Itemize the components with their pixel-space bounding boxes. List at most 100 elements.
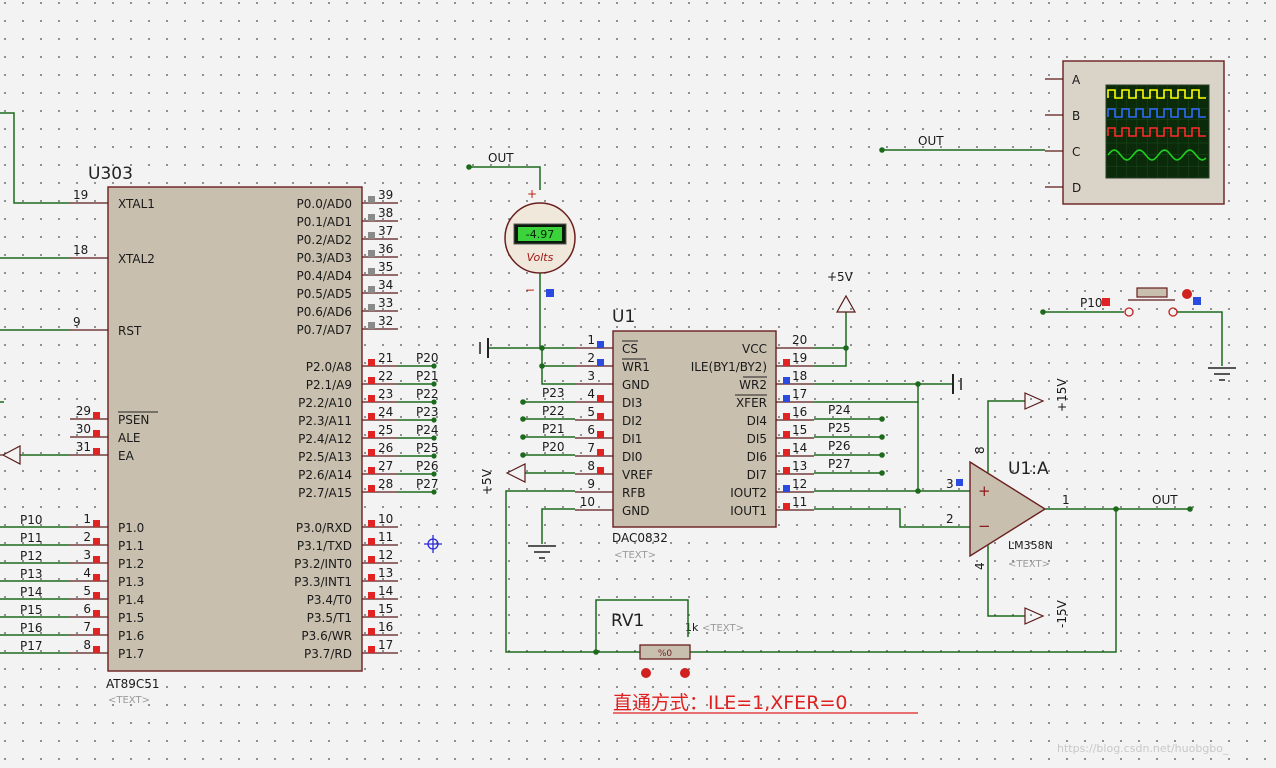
dac-pin-number: 14: [792, 441, 807, 455]
mcu-pin-number: 23: [378, 387, 393, 401]
dac-pin-name: VCC: [742, 342, 767, 356]
mcu-pin-name: P1.0: [118, 521, 144, 535]
mode-note: 直通方式：ILE=1,XFER=0: [613, 692, 847, 714]
opamp-pin-vneg: 4: [973, 562, 987, 570]
p2-net-label: P24: [416, 423, 439, 437]
dac-pin-name: DI2: [622, 414, 642, 428]
mcu-pin-number: 37: [378, 224, 393, 238]
watermark: https://blog.csdn.net/huobgbo_: [1057, 742, 1229, 755]
mcu-pin-name: P2.2/A10: [298, 396, 352, 410]
dac-pin-name: DI1: [622, 432, 642, 446]
opamp-out-label: OUT: [1152, 493, 1178, 507]
scope-channel-label: D: [1072, 181, 1081, 195]
dac-pin-number: 11: [792, 495, 807, 509]
voltmeter-unit: Volts: [527, 251, 554, 264]
dac-ref: U1: [612, 307, 635, 327]
p1-net-label: P14: [20, 585, 43, 599]
dac-pin-name: WR2: [739, 378, 767, 392]
opamp-vneg-label: -15V: [1055, 599, 1069, 628]
opamp-vpos-label: +15V: [1055, 378, 1069, 412]
dac-pin-number: 12: [792, 477, 807, 491]
scope-channel-label: B: [1072, 109, 1080, 123]
mcu-pin-number: 2: [83, 530, 91, 544]
dac-pin-name: DI5: [747, 432, 767, 446]
dac-pin-number: 16: [792, 405, 807, 419]
mcu-pin-number: 32: [378, 314, 393, 328]
mcu-pin-name: P3.0/RXD: [296, 521, 352, 535]
p1-net-label: P11: [20, 531, 43, 545]
scope-channel-label: A: [1072, 73, 1081, 87]
mcu-pin-name: P3.4/T0: [307, 593, 352, 607]
mcu-pin-number: 19: [73, 188, 88, 202]
mcu-pin-number: 15: [378, 602, 393, 616]
opamp-pin-plus: 3: [946, 477, 954, 491]
dac-pin-name: WR1: [622, 360, 650, 374]
mcu-pin-name: P0.7/AD7: [297, 323, 352, 337]
mcu-pin-number: 1: [83, 512, 91, 526]
mcu-pin-number: 17: [378, 638, 393, 652]
vcc-label: +5V: [827, 270, 854, 284]
dac-pin-number: 1: [587, 333, 595, 347]
p1-net-label: P17: [20, 639, 43, 653]
dac-pin-number: 5: [587, 405, 595, 419]
mcu-pin-name: P2.5/A13: [298, 450, 352, 464]
mcu-pin-name: XTAL1: [118, 197, 155, 211]
opamp-text-tag: <TEXT>: [1008, 559, 1050, 570]
scope-trace: [1107, 127, 1206, 137]
mcu-pin-number: 16: [378, 620, 393, 634]
voltmeter-plus-sign: +: [527, 187, 537, 201]
pot-text-tag: <TEXT>: [702, 623, 744, 634]
dac-pin-number: 9: [587, 477, 595, 491]
dac-right-net-label: P26: [828, 439, 851, 453]
dac-pin-name: RFB: [622, 486, 645, 500]
dac-pin-name: CS: [622, 342, 638, 356]
opamp-ref: U1:A: [1008, 459, 1049, 479]
mcu-pin-name: P2.1/A9: [306, 378, 352, 392]
button-net-label: P10: [1080, 296, 1103, 310]
dac-pin-name: GND: [622, 378, 650, 392]
mcu-pin-number: 35: [378, 260, 393, 274]
vref-label: +5V: [480, 468, 494, 495]
pot-decrease-button[interactable]: [641, 668, 651, 678]
mcu-pin-name: P2.7/A15: [298, 486, 352, 500]
mcu-pin-number: 26: [378, 441, 393, 455]
mcu-pin-name: P0.2/AD2: [297, 233, 352, 247]
dac-right-net-label: P24: [828, 403, 851, 417]
opamp-pin-minus: 2: [946, 512, 954, 526]
mcu-pin-name: P3.6/WR: [301, 629, 352, 643]
opamp-minus-sign: −: [978, 517, 991, 535]
dac-left-net-label: P22: [542, 404, 565, 418]
dac-text-tag: <TEXT>: [614, 550, 656, 561]
dac-pin-number: 3: [587, 369, 595, 383]
mcu-pin-number: 13: [378, 566, 393, 580]
mcu-pin-name: P1.6: [118, 629, 144, 643]
scope-net-label: OUT: [918, 134, 944, 148]
p2-net-label: P23: [416, 405, 439, 419]
mcu-at89c51[interactable]: U303 AT89C51 <TEXT> 19XTAL118XTAL29RST29…: [70, 164, 398, 706]
mcu-pin-number: 6: [83, 602, 91, 616]
dac-pin-name: XFER: [736, 396, 767, 410]
button-cap[interactable]: [1136, 287, 1168, 298]
p2-net-label: P21: [416, 369, 439, 383]
opamp-part: LM358N: [1008, 539, 1053, 552]
mcu-pin-number: 10: [378, 512, 393, 526]
mcu-pin-number: 8: [83, 638, 91, 652]
dac-left-net-label: P20: [542, 440, 565, 454]
pot-increase-button[interactable]: [680, 668, 690, 678]
dac-pin-name: VREF: [622, 468, 653, 482]
mcu-pin-name: P0.3/AD3: [297, 251, 352, 265]
scope-channel-label: C: [1072, 145, 1080, 159]
dac-pin-number: 19: [792, 351, 807, 365]
mcu-pin-number: 3: [83, 548, 91, 562]
mcu-pin-name: P1.4: [118, 593, 144, 607]
mcu-pin-number: 31: [76, 440, 91, 454]
mcu-pin-name: P1.7: [118, 647, 144, 661]
dac-right-net-label: P27: [828, 457, 851, 471]
p1-net-label: P12: [20, 549, 43, 563]
mcu-pin-name: P3.2/INT0: [294, 557, 352, 571]
mcu-pin-number: 28: [378, 477, 393, 491]
mcu-pin-name: P3.1/TXD: [297, 539, 352, 553]
dac-pin-number: 4: [587, 387, 595, 401]
mcu-part: AT89C51: [106, 677, 160, 691]
p1-net-label: P16: [20, 621, 43, 635]
